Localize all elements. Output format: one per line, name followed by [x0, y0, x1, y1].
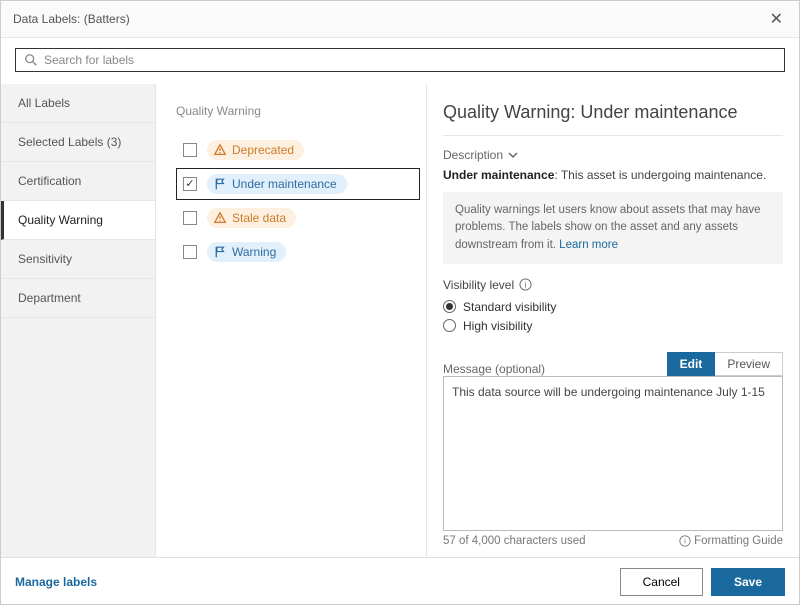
formatting-guide-link[interactable]: i Formatting Guide: [679, 535, 783, 547]
detail-panel: Quality Warning: Under maintenance Descr…: [426, 84, 799, 557]
label-name: Deprecated: [232, 143, 294, 157]
description-toggle[interactable]: Description: [443, 148, 783, 162]
label-row-warning[interactable]: Warning: [176, 236, 420, 268]
label-pill: Under maintenance: [207, 174, 347, 194]
sidebar-item-all-labels[interactable]: All Labels: [1, 84, 155, 123]
cancel-button[interactable]: Cancel: [620, 568, 703, 596]
sidebar-item-sensitivity[interactable]: Sensitivity: [1, 240, 155, 279]
search-icon: [24, 53, 38, 67]
visibility-level-label: Visibility level i: [443, 278, 783, 292]
sidebar-item-selected-labels-3-[interactable]: Selected Labels (3): [1, 123, 155, 162]
label-name: Warning: [232, 245, 276, 259]
character-count: 57 of 4,000 characters used: [443, 535, 586, 547]
radio-label: High visibility: [463, 319, 532, 333]
label-pill: Deprecated: [207, 140, 304, 160]
warn-icon: [213, 211, 232, 225]
manage-labels-link[interactable]: Manage labels: [15, 575, 97, 589]
message-tabs: Edit Preview: [667, 352, 783, 376]
message-textarea[interactable]: [443, 376, 783, 531]
label-pill: Stale data: [207, 208, 296, 228]
svg-text:i: i: [525, 280, 527, 290]
info-icon: i: [679, 535, 691, 547]
label-list-panel: Quality Warning Deprecated Under maintena…: [156, 84, 426, 557]
checkbox[interactable]: [183, 245, 197, 259]
visibility-option-standard-visibility[interactable]: Standard visibility: [443, 300, 783, 314]
visibility-option-high-visibility[interactable]: High visibility: [443, 319, 783, 333]
info-box: Quality warnings let users know about as…: [443, 192, 783, 264]
radio-label: Standard visibility: [463, 300, 556, 314]
dialog-title: Data Labels: (Batters): [13, 12, 130, 26]
close-icon[interactable]: ✕: [766, 9, 787, 29]
divider: [443, 135, 783, 136]
checkbox[interactable]: [183, 211, 197, 225]
svg-text:i: i: [684, 537, 686, 546]
radio-button[interactable]: [443, 300, 456, 313]
warn-icon: [213, 143, 232, 157]
sidebar-item-department[interactable]: Department: [1, 279, 155, 318]
info-icon[interactable]: i: [519, 278, 532, 291]
radio-button[interactable]: [443, 319, 456, 332]
tab-preview[interactable]: Preview: [715, 352, 783, 376]
label-name: Stale data: [232, 211, 286, 225]
checkbox[interactable]: [183, 143, 197, 157]
search-input[interactable]: [44, 53, 776, 67]
chevron-down-icon: [507, 149, 519, 161]
label-row-under-maintenance[interactable]: Under maintenance: [176, 168, 420, 200]
detail-title: Quality Warning: Under maintenance: [443, 102, 783, 123]
description-text: Under maintenance: This asset is undergo…: [443, 168, 783, 182]
label-pill: Warning: [207, 242, 286, 262]
save-button[interactable]: Save: [711, 568, 785, 596]
label-list-heading: Quality Warning: [176, 104, 420, 118]
search-box[interactable]: [15, 48, 785, 72]
checkbox[interactable]: [183, 177, 197, 191]
flag-icon: [213, 245, 232, 259]
label-name: Under maintenance: [232, 177, 337, 191]
learn-more-link[interactable]: Learn more: [559, 239, 618, 251]
label-row-deprecated[interactable]: Deprecated: [176, 134, 420, 166]
sidebar: All LabelsSelected Labels (3)Certificati…: [1, 84, 156, 557]
flag-icon: [213, 177, 232, 191]
message-label: Message (optional): [443, 362, 545, 376]
description-label: Description: [443, 148, 503, 162]
sidebar-item-quality-warning[interactable]: Quality Warning: [1, 201, 155, 240]
label-row-stale-data[interactable]: Stale data: [176, 202, 420, 234]
tab-edit[interactable]: Edit: [667, 352, 716, 376]
sidebar-item-certification[interactable]: Certification: [1, 162, 155, 201]
